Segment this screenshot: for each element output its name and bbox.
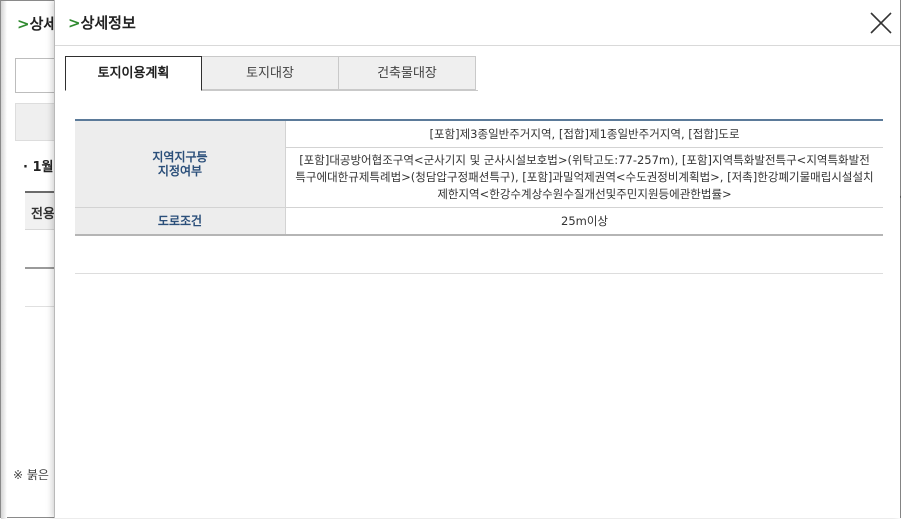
road-value: 25m이상: [285, 207, 883, 236]
modal-title-text: 상세정보: [80, 14, 136, 32]
tab-bar: 토지이용계획 토지대장 건축물대장: [65, 56, 476, 91]
content-divider: [75, 273, 883, 274]
zone-header-line1: 지역지구등: [152, 150, 208, 164]
zone-row2-value: [포함]대공방어협조구역<군사기지 및 군사시설보호법>(위탁고도:77-257…: [285, 147, 883, 208]
zone-header-line2: 지정여부: [157, 164, 203, 178]
chevron-right-icon: >: [68, 14, 81, 32]
zone-header: 지역지구등 지정여부: [75, 119, 286, 208]
modal-title: >상세정보: [68, 12, 136, 33]
tab-bottom-line: [202, 90, 478, 91]
table-row: 지역지구등 지정여부 [포함]제3종일반주거지역, [접합]제1종일반주거지역,…: [75, 119, 883, 208]
close-button[interactable]: [870, 12, 892, 34]
tab-building-register[interactable]: 건축물대장: [339, 56, 476, 90]
modal-header: >상세정보: [55, 0, 900, 46]
close-icon: [870, 12, 892, 34]
background-subheading: · 1월: [23, 160, 54, 175]
background-note: ※ 붉은: [13, 468, 49, 482]
chevron-right-icon: >: [17, 15, 30, 33]
detail-modal: >상세정보 토지이용계획 토지대장 건축물대장 지역지구등 지정여부 [포함]제…: [54, 0, 900, 518]
tab-land-use-plan[interactable]: 토지이용계획: [65, 56, 202, 91]
land-use-table: 지역지구등 지정여부 [포함]제3종일반주거지역, [접합]제1종일반주거지역,…: [75, 119, 883, 236]
road-header: 도로조건: [75, 207, 286, 236]
tab-land-register[interactable]: 토지대장: [202, 56, 339, 90]
background-title: >상세: [17, 13, 57, 34]
background-left-edge: [1, 1, 7, 519]
table-row: 도로조건 25m이상: [75, 207, 883, 236]
zone-row1-value: [포함]제3종일반주거지역, [접합]제1종일반주거지역, [접합]도로: [285, 119, 883, 148]
